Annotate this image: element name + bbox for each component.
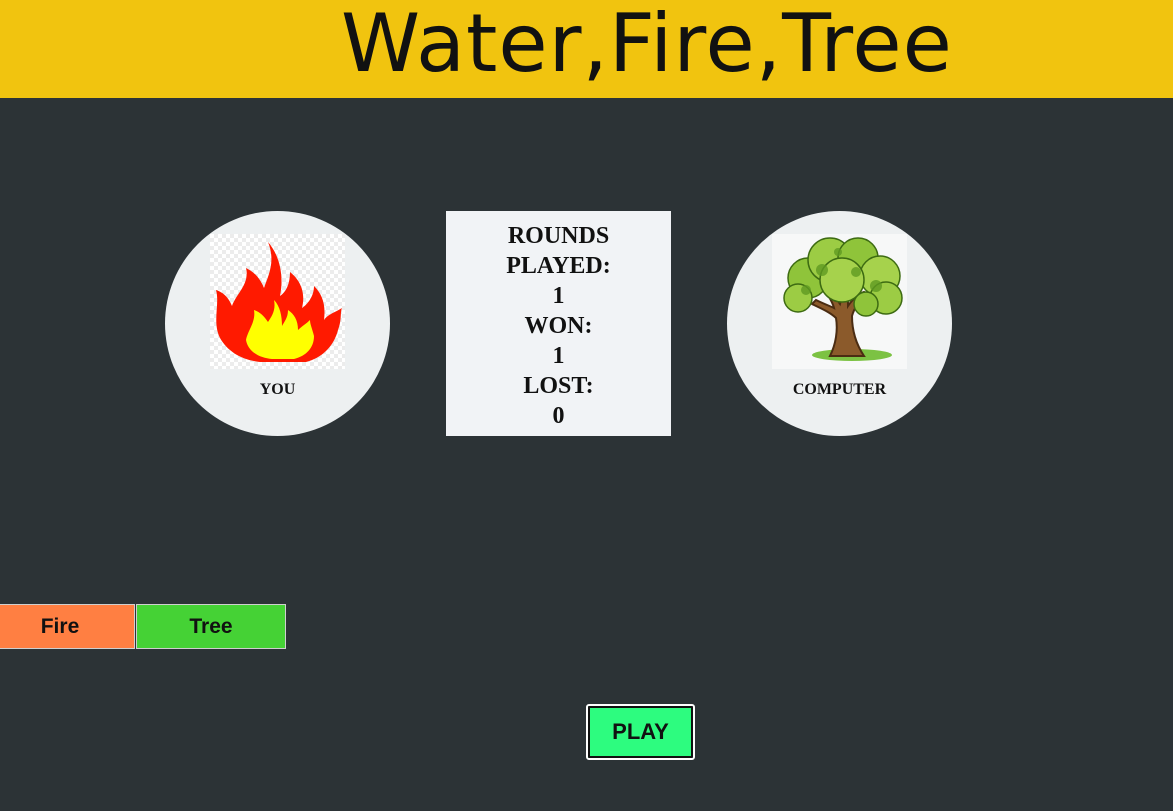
play-button[interactable]: PLAY	[586, 704, 695, 760]
lost-value: 0	[552, 403, 565, 429]
won-value: 1	[552, 343, 565, 369]
lost-label: LOST:	[523, 373, 594, 399]
rounds-value: 1	[552, 283, 565, 309]
header-bar: Water,Fire,Tree	[0, 0, 1173, 98]
tree-choice-button[interactable]: Tree	[136, 604, 286, 649]
rounds-label-line1: ROUNDS	[507, 223, 610, 249]
computer-choice-image	[772, 234, 907, 369]
rounds-label-line2: PLAYED:	[506, 253, 611, 279]
player-card: YOU	[165, 211, 390, 436]
fire-icon	[216, 242, 342, 362]
player-choice-image	[210, 234, 345, 369]
fire-choice-button[interactable]: Fire	[0, 604, 135, 649]
computer-label: COMPUTER	[792, 381, 887, 398]
scoreboard: ROUNDS PLAYED: 1 WON: 1 LOST: 0	[446, 211, 671, 436]
player-label: YOU	[259, 381, 296, 398]
won-label: WON:	[524, 313, 593, 339]
tree-icon	[783, 237, 903, 361]
computer-card: COMPUTER	[727, 211, 952, 436]
game-title: Water,Fire,Tree	[341, 0, 953, 90]
